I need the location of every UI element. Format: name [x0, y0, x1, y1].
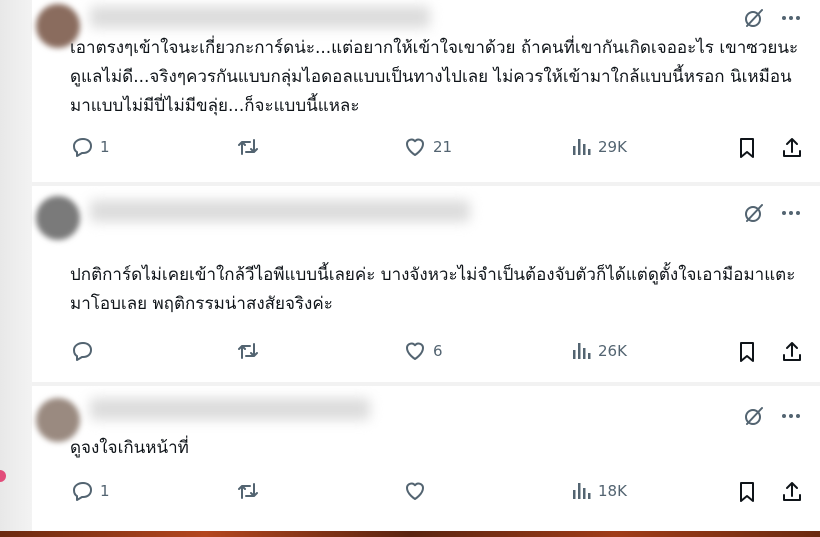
views-button[interactable]: 29K: [570, 136, 627, 158]
post-top-actions: [742, 6, 802, 30]
left-background-strip: [0, 0, 32, 537]
reply-count: 1: [100, 482, 110, 500]
repost-icon: [236, 136, 260, 158]
bookmark-button[interactable]: [736, 136, 758, 160]
post-text: ปกติการ์ดไม่เคยเข้าใกล้วีไอพีแบบนี้เลยค่…: [70, 265, 796, 314]
share-button[interactable]: [780, 340, 804, 364]
grok-icon[interactable]: [742, 6, 766, 30]
heart-icon: [403, 340, 427, 362]
more-icon[interactable]: [780, 7, 802, 29]
bottom-image-strip: [0, 531, 820, 537]
repost-icon: [236, 480, 260, 502]
share-icon: [780, 136, 804, 160]
post-actions: 1 18K: [72, 480, 802, 508]
repost-icon: [236, 340, 260, 362]
bookmark-icon: [736, 340, 758, 364]
share-button[interactable]: [780, 480, 804, 504]
bookmark-button[interactable]: [736, 480, 758, 504]
views-button[interactable]: 26K: [570, 340, 627, 362]
views-icon: [570, 340, 592, 362]
views-button[interactable]: 18K: [570, 480, 627, 502]
post-actions: 6 26K: [72, 340, 802, 368]
grok-icon[interactable]: [742, 404, 766, 428]
reply-post-1: เอาตรงๆเข้าใจนะเกี่ยวกะการ์ดน่ะ...แต่อยา…: [32, 0, 820, 182]
grok-icon[interactable]: [742, 201, 766, 225]
more-icon[interactable]: [780, 405, 802, 427]
blurred-user-name: [90, 398, 370, 420]
reply-icon: [72, 340, 94, 362]
heart-icon: [403, 136, 427, 158]
bookmark-icon: [736, 480, 758, 504]
share-icon: [780, 340, 804, 364]
like-button[interactable]: 21: [403, 136, 452, 158]
share-icon: [780, 480, 804, 504]
views-count: 26K: [598, 342, 627, 360]
post-top-actions: [742, 404, 802, 428]
post-top-actions: [742, 201, 802, 225]
share-button[interactable]: [780, 136, 804, 160]
repost-button[interactable]: [236, 480, 260, 502]
blurred-user-name: [90, 200, 470, 222]
notification-dot: [0, 470, 6, 482]
repost-button[interactable]: [236, 136, 260, 158]
reply-count: 1: [100, 138, 110, 156]
reply-icon: [72, 136, 94, 158]
views-count: 29K: [598, 138, 627, 156]
post-text: เอาตรงๆเข้าใจนะเกี่ยวกะการ์ดน่ะ...แต่อยา…: [70, 38, 799, 116]
heart-icon: [403, 480, 427, 502]
like-button[interactable]: [403, 480, 433, 502]
post-text: ดูจงใจเกินหน้าที่: [70, 438, 189, 458]
reply-button[interactable]: 1: [72, 480, 110, 502]
reply-button[interactable]: 1: [72, 136, 110, 158]
repost-button[interactable]: [236, 340, 260, 362]
bookmark-icon: [736, 136, 758, 160]
avatar[interactable]: [36, 196, 80, 240]
reply-button[interactable]: [72, 340, 100, 362]
reply-post-3: ดูจงใจเกินหน้าที่ 1 18K: [32, 386, 820, 531]
blurred-user-name: [90, 6, 430, 28]
views-count: 18K: [598, 482, 627, 500]
reply-icon: [72, 480, 94, 502]
like-button[interactable]: 6: [403, 340, 443, 362]
like-count: 21: [433, 138, 453, 156]
more-icon[interactable]: [780, 202, 802, 224]
reply-post-2: ปกติการ์ดไม่เคยเข้าใกล้วีไอพีแบบนี้เลยค่…: [32, 186, 820, 382]
post-actions: 1 21 29K: [72, 136, 802, 164]
bookmark-button[interactable]: [736, 340, 758, 364]
views-icon: [570, 480, 592, 502]
views-icon: [570, 136, 592, 158]
like-count: 6: [433, 342, 443, 360]
